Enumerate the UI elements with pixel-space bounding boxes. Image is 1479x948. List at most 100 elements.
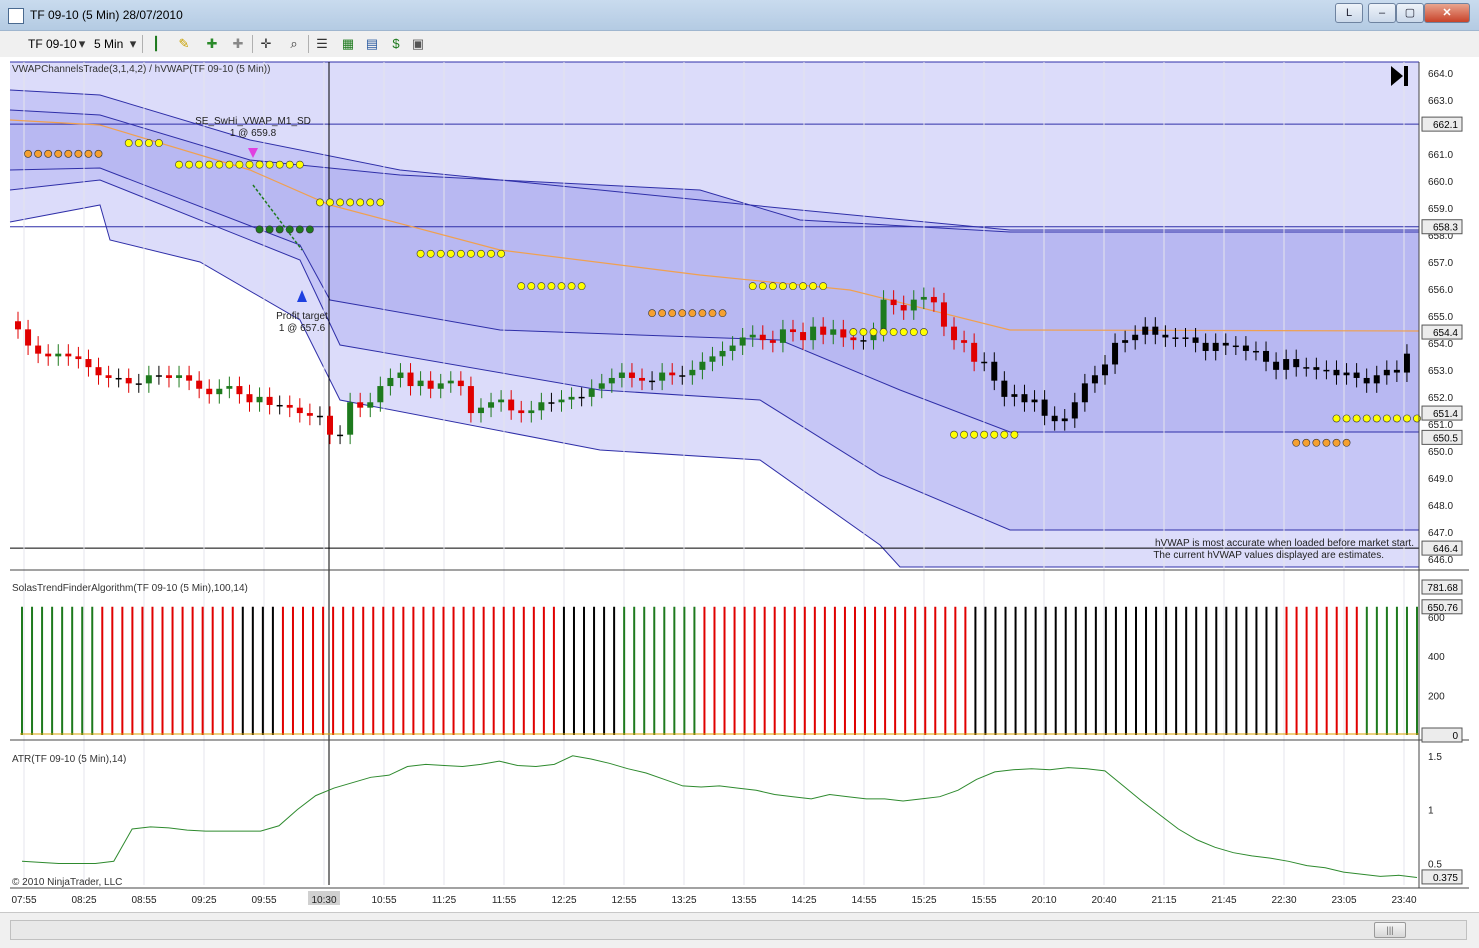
maximize-button[interactable]: ▢ bbox=[1396, 3, 1424, 23]
crosshair-icon[interactable]: ✛ bbox=[258, 36, 274, 52]
orange-dot bbox=[94, 149, 103, 158]
instrument-selector[interactable]: TF 09-10 bbox=[28, 35, 77, 53]
template-icon[interactable]: ▣ bbox=[410, 36, 426, 52]
yellow-dot bbox=[849, 328, 858, 336]
orange-dot bbox=[1322, 438, 1331, 447]
time-axis-label: 08:25 bbox=[71, 895, 96, 906]
price-panel-label: VWAPChannelsTrade(3,1,4,2) / hVWAP(TF 09… bbox=[12, 64, 270, 75]
yellow-dot bbox=[1372, 414, 1381, 423]
yellow-dot bbox=[477, 249, 485, 258]
link-button[interactable]: L bbox=[1335, 3, 1363, 23]
add-indicator-icon[interactable]: ✚ bbox=[204, 36, 220, 52]
zoom-icon[interactable]: ⌕ bbox=[286, 36, 302, 52]
yellow-dot bbox=[255, 160, 264, 169]
green-dot bbox=[305, 225, 314, 234]
yellow-dot bbox=[799, 282, 807, 291]
time-axis-label: 22:30 bbox=[1271, 895, 1296, 906]
green-dot bbox=[295, 225, 304, 234]
yellow-dot bbox=[557, 282, 566, 291]
orange-dot bbox=[24, 149, 32, 158]
time-axis-label: 15:55 bbox=[971, 895, 996, 906]
copyright-text: © 2010 NinjaTrader, LLC bbox=[12, 877, 122, 888]
yellow-dot bbox=[1382, 414, 1391, 423]
yellow-dot bbox=[1403, 414, 1411, 423]
price-value-tag: 650.5 bbox=[1433, 433, 1458, 444]
yellow-dot bbox=[517, 282, 526, 291]
yellow-dot bbox=[215, 160, 224, 169]
yellow-dot bbox=[134, 139, 143, 147]
chart-area[interactable]: VWAPChannelsTrade(3,1,4,2) / hVWAP(TF 09… bbox=[0, 57, 1479, 912]
time-axis-label: 23:40 bbox=[1391, 895, 1416, 906]
price-tick-label: 657.0 bbox=[1428, 258, 1453, 269]
yellow-dot bbox=[819, 282, 828, 291]
close-button[interactable]: ✕ bbox=[1424, 3, 1470, 23]
yellow-dot bbox=[1352, 414, 1361, 423]
green-dot bbox=[265, 225, 274, 234]
yellow-dot bbox=[809, 282, 818, 291]
yellow-dot bbox=[295, 160, 304, 169]
yellow-dot bbox=[205, 160, 214, 169]
yellow-dot bbox=[567, 282, 576, 291]
price-tick-label: 653.0 bbox=[1428, 366, 1453, 377]
yellow-dot bbox=[467, 249, 475, 258]
yellow-dot bbox=[1392, 414, 1401, 423]
trend-zero-tag: 0 bbox=[1452, 731, 1458, 742]
entry-signal-label: SE_SwHi_VWAP_M1_SD bbox=[195, 116, 311, 127]
yellow-dot bbox=[869, 328, 878, 336]
chart-toolbar: TF 09-10 ▾ 5 Min ▾ ┃ ✎ ✚ ✚ ✛ ⌕ ☰ ▦ ▤ $ ▣ bbox=[0, 31, 1479, 58]
yellow-dot bbox=[144, 139, 153, 147]
yellow-dot bbox=[1362, 414, 1371, 423]
yellow-dot bbox=[235, 160, 244, 169]
price-tick-label: 649.0 bbox=[1428, 474, 1453, 485]
time-axis-label: 15:25 bbox=[911, 895, 936, 906]
time-axis-label: 12:25 bbox=[551, 895, 576, 906]
price-value-tag: 651.4 bbox=[1433, 409, 1458, 420]
strategy-icon[interactable]: ✚ bbox=[230, 36, 246, 52]
window-titlebar: TF 09-10 (5 Min) 28/07/2010 L – ▢ ✕ bbox=[0, 0, 1479, 31]
orange-dot bbox=[74, 149, 83, 158]
entry-signal-price: 1 @ 659.8 bbox=[230, 128, 277, 139]
properties-icon[interactable]: ☰ bbox=[314, 36, 330, 52]
yellow-dot bbox=[879, 328, 888, 336]
scroll-to-end-bar bbox=[1404, 66, 1408, 86]
instrument-dropdown-icon[interactable]: ▾ bbox=[74, 36, 90, 52]
price-tick-label: 656.0 bbox=[1428, 285, 1453, 296]
scrollbar-thumb[interactable]: ||| bbox=[1374, 922, 1406, 938]
yellow-dot bbox=[1413, 414, 1421, 423]
price-tick-label: 664.0 bbox=[1428, 69, 1453, 80]
price-tick-label: 661.0 bbox=[1428, 150, 1453, 161]
exit-signal-label: Profit target bbox=[276, 311, 328, 322]
money-icon[interactable]: $ bbox=[388, 36, 404, 52]
yellow-dot bbox=[497, 249, 506, 258]
time-axis-label: 14:25 bbox=[791, 895, 816, 906]
minimize-button[interactable]: – bbox=[1368, 3, 1396, 23]
yellow-dot bbox=[909, 328, 918, 336]
orange-dot bbox=[1302, 438, 1311, 447]
interval-dropdown-icon[interactable]: ▾ bbox=[125, 36, 141, 52]
orange-dot bbox=[64, 149, 73, 158]
pencil-drawing-icon[interactable]: ✎ bbox=[176, 36, 192, 52]
time-axis-label: 14:55 bbox=[851, 895, 876, 906]
yellow-dot bbox=[768, 282, 777, 291]
time-axis-label: 09:55 bbox=[251, 895, 276, 906]
chart-trader-icon[interactable]: ▦ bbox=[340, 36, 356, 52]
time-axis-label: 20:40 bbox=[1091, 895, 1116, 906]
orange-dot bbox=[1342, 438, 1351, 447]
price-tick-label: 647.0 bbox=[1428, 528, 1453, 539]
orange-dot bbox=[668, 309, 677, 318]
price-value-tag: 662.1 bbox=[1433, 120, 1458, 131]
data-box-icon[interactable]: ▤ bbox=[364, 36, 380, 52]
atr-panel-label: ATR(TF 09-10 (5 Min),14) bbox=[12, 754, 126, 765]
yellow-dot bbox=[446, 249, 455, 258]
interval-selector[interactable]: 5 Min bbox=[94, 35, 123, 53]
yellow-dot bbox=[376, 198, 385, 207]
atr-tick-label: 1.5 bbox=[1428, 752, 1442, 763]
candlestick-style-icon[interactable]: ┃ bbox=[148, 36, 164, 52]
time-axis-label: 08:55 bbox=[131, 895, 156, 906]
orange-dot bbox=[658, 309, 667, 318]
yellow-dot bbox=[1332, 414, 1341, 423]
price-tick-label: 659.0 bbox=[1428, 204, 1453, 215]
price-tick-label: 648.0 bbox=[1428, 501, 1453, 512]
horizontal-scrollbar[interactable]: ||| bbox=[10, 920, 1467, 940]
exit-signal-price: 1 @ 657.6 bbox=[279, 323, 326, 334]
